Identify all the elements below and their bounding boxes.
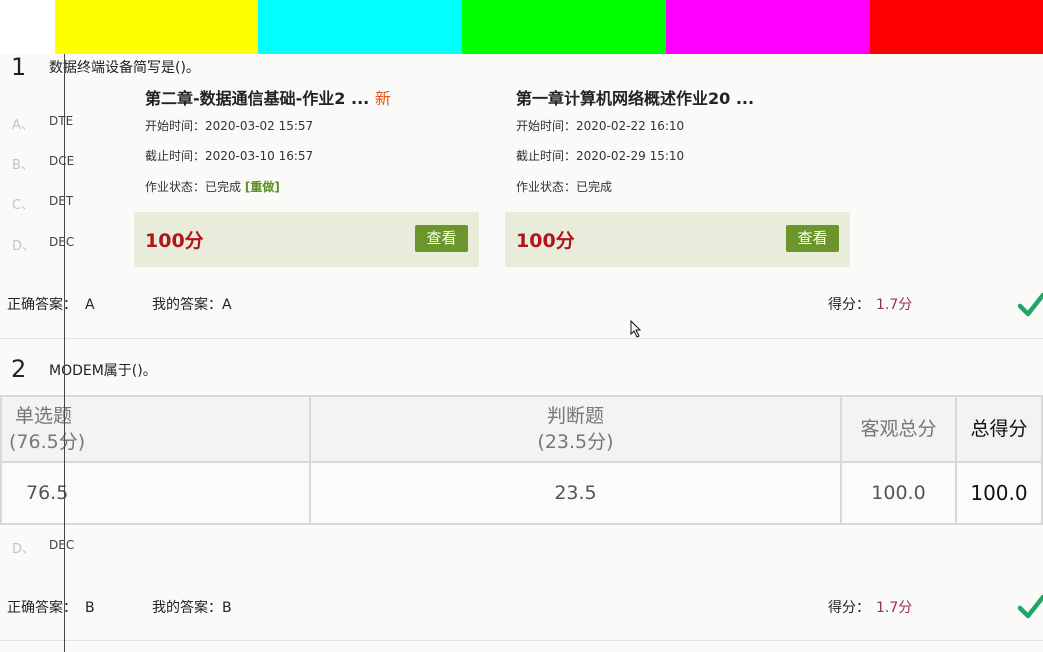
option-text-b: DCE <box>49 154 75 168</box>
start-value: 2020-02-22 16:10 <box>576 119 685 133</box>
card-footer: 100分 查看 <box>134 212 479 267</box>
view-button[interactable]: 查看 <box>415 225 468 252</box>
end-value: 2020-02-29 15:10 <box>576 149 685 163</box>
color-bar-magenta <box>666 0 870 54</box>
card-footer: 100分 查看 <box>505 212 850 267</box>
color-bar-cyan <box>258 0 462 54</box>
score-summary-table: 单选题 (76.5分) 判断题 (23.5分) 客观总分 总得分 76.5 23… <box>0 395 1043 525</box>
my-answer-value: A <box>222 297 232 313</box>
end-value: 2020-03-10 16:57 <box>205 149 314 163</box>
assignment-card-title[interactable]: 第一章计算机网络概述作业20 ... <box>516 85 754 109</box>
status-value: 已完成 <box>576 180 613 194</box>
card-title-text: 第一章计算机网络概述作业20 ... <box>516 89 755 108</box>
option-letter-a: A、 <box>12 118 34 133</box>
redo-link[interactable]: [重做] <box>245 180 280 194</box>
checkmark-icon <box>1018 594 1043 619</box>
card-status: 作业状态：已完成 [重做] <box>145 178 280 195</box>
view-button[interactable]: 查看 <box>786 225 839 252</box>
header-judge-points: (23.5分) <box>537 431 614 453</box>
card-score: 100分 <box>516 230 575 252</box>
color-bar-white <box>0 0 55 54</box>
correct-answer-label: 正确答案： <box>7 600 77 616</box>
score-value: 1.7分 <box>876 297 913 313</box>
header-single-choice: 单选题 (76.5分) <box>0 395 311 463</box>
correct-answer-value: A <box>85 297 95 313</box>
question-score: 得分： 1.7分 <box>828 597 912 617</box>
end-label: 截止时间： <box>145 149 206 163</box>
card-end-time: 截止时间：2020-03-10 16:57 <box>145 147 313 164</box>
option-text-c: DET <box>49 194 74 208</box>
cell-total-score: 100.0 <box>955 461 1043 525</box>
divider <box>0 640 1043 641</box>
option-text-d: DEC <box>49 235 75 249</box>
option-letter-d: D、 <box>12 239 36 254</box>
status-label: 作业状态： <box>516 180 577 194</box>
start-label: 开始时间： <box>145 119 206 133</box>
status-label: 作业状态： <box>145 180 206 194</box>
header-total-score: 总得分 <box>955 395 1043 463</box>
color-bar-green <box>462 0 666 54</box>
end-label: 截止时间： <box>516 149 577 163</box>
color-bar-yellow <box>55 0 258 54</box>
start-label: 开始时间： <box>516 119 577 133</box>
table-header-row: 单选题 (76.5分) 判断题 (23.5分) 客观总分 总得分 <box>0 395 1043 463</box>
option-text-a: DTE <box>49 114 74 128</box>
card-start-time: 开始时间：2020-02-22 16:10 <box>516 117 684 134</box>
status-value: 已完成 <box>205 180 242 194</box>
new-badge: 新 <box>374 89 391 108</box>
option-letter-d: D、 <box>12 542 36 557</box>
correct-answer-value: B <box>85 600 95 616</box>
header-single-title: 单选题 <box>15 405 73 427</box>
table-row: 76.5 23.5 100.0 100.0 <box>0 461 1043 525</box>
assignment-card-title[interactable]: 第二章-数据通信基础-作业2 ... 新 <box>145 85 391 109</box>
cell-single-score: 76.5 <box>0 461 311 525</box>
start-value: 2020-03-02 15:57 <box>205 119 314 133</box>
vertical-guide-line <box>64 54 65 652</box>
question-text: 数据终端设备简写是()。 <box>49 60 200 76</box>
header-true-false: 判断题 (23.5分) <box>309 395 842 463</box>
score-label: 得分： <box>828 297 870 313</box>
card-status: 作业状态：已完成 <box>516 178 612 195</box>
card-end-time: 截止时间：2020-02-29 15:10 <box>516 147 684 164</box>
cell-judge-score: 23.5 <box>309 461 842 525</box>
card-start-time: 开始时间：2020-03-02 15:57 <box>145 117 313 134</box>
my-answer-value: B <box>222 600 232 616</box>
cell-objective-total: 100.0 <box>840 461 957 525</box>
my-answer-label: 我的答案： <box>152 600 222 616</box>
header-single-points: (76.5分) <box>9 431 86 453</box>
question-text: MODEM属于()。 <box>49 363 157 379</box>
card-title-text: 第二章-数据通信基础-作业2 ... <box>145 89 370 108</box>
option-letter-b: B、 <box>12 158 34 173</box>
question-number: 1 <box>11 53 27 81</box>
divider <box>0 338 1043 339</box>
card-score: 100分 <box>145 230 204 252</box>
correct-answer-label: 正确答案： <box>7 297 77 313</box>
correct-answer: 正确答案： B <box>7 597 95 617</box>
my-answer: 我的答案：B <box>152 597 232 617</box>
header-judge-title: 判断题 <box>546 405 604 427</box>
my-answer: 我的答案：A <box>152 294 232 314</box>
checkmark-icon <box>1018 292 1043 317</box>
my-answer-label: 我的答案： <box>152 297 222 313</box>
score-label: 得分： <box>828 600 870 616</box>
mouse-cursor-icon <box>630 320 642 338</box>
question-number: 2 <box>11 355 27 383</box>
question-score: 得分： 1.7分 <box>828 294 912 314</box>
color-bar-red <box>870 0 1043 54</box>
option-text-d: DEC <box>49 538 75 552</box>
option-letter-c: C、 <box>12 198 35 213</box>
correct-answer: 正确答案： A <box>7 294 95 314</box>
header-objective-total: 客观总分 <box>840 395 957 463</box>
score-value: 1.7分 <box>876 600 913 616</box>
